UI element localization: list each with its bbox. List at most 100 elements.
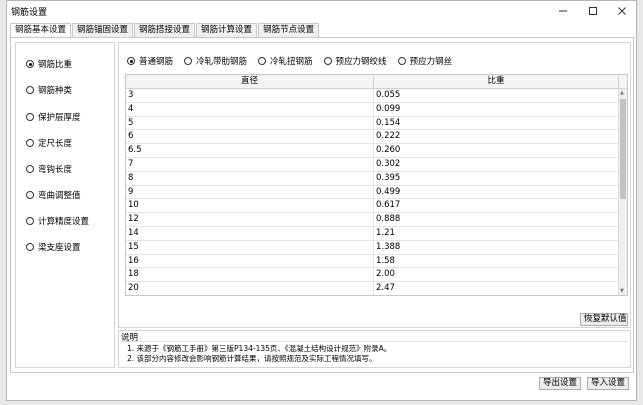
cell-diameter[interactable]: 12 — [126, 213, 374, 226]
radio-icon[interactable] — [397, 57, 406, 65]
cell-unit-weight[interactable]: 0.499 — [374, 185, 619, 199]
scrollbar-thumb[interactable] — [620, 99, 626, 199]
table-row[interactable]: 15 1.388 — [126, 240, 619, 255]
cell-diameter[interactable]: 10 — [126, 199, 374, 213]
option-unit-weight[interactable]: 钢筋比重 — [26, 58, 72, 70]
tab-strip: 钢筋基本设置 钢筋锚固设置 钢筋搭接设置 钢筋计算设置 钢筋节点设置 — [10, 23, 320, 38]
restore-default-button[interactable]: 恢复默认值 — [580, 313, 628, 326]
option-fixed-length[interactable]: 定尺长度 — [26, 137, 72, 149]
radio-icon[interactable] — [184, 57, 193, 65]
cell-unit-weight[interactable]: 1.21 — [374, 226, 619, 240]
cell-unit-weight[interactable]: 0.222 — [374, 130, 619, 144]
cell-unit-weight[interactable]: 0.395 — [374, 171, 619, 185]
cell-unit-weight[interactable]: 0.302 — [374, 157, 619, 171]
option-label: 弯钩长度 — [38, 165, 73, 175]
close-button[interactable] — [607, 1, 637, 20]
tab-node-settings[interactable]: 钢筋节点设置 — [258, 23, 320, 37]
export-settings-button[interactable]: 导出设置 — [539, 377, 581, 390]
rebar-type-cold-rolled-twisted[interactable]: 冷轧扭钢筋 — [258, 55, 313, 67]
cell-diameter[interactable]: 6 — [126, 130, 374, 144]
table-row[interactable]: 6.5 0.260 — [126, 144, 619, 158]
cell-diameter[interactable]: 5 — [126, 116, 374, 130]
scroll-up-icon[interactable]: ▲ — [620, 90, 624, 96]
table-row[interactable]: 10 0.617 — [126, 199, 619, 214]
maximize-button[interactable] — [578, 1, 608, 20]
radio-icon[interactable] — [26, 243, 34, 251]
cell-diameter[interactable]: 20 — [126, 282, 374, 295]
cell-unit-weight[interactable]: 0.888 — [374, 213, 619, 226]
cell-unit-weight[interactable]: 2.00 — [374, 268, 619, 282]
table-row[interactable]: 16 1.58 — [126, 254, 619, 269]
table-row[interactable]: 8 0.395 — [126, 171, 619, 186]
table-row[interactable]: 7 0.302 — [126, 157, 619, 172]
minimize-button[interactable] — [548, 1, 578, 20]
tab-basic-settings[interactable]: 钢筋基本设置 — [10, 23, 72, 38]
cell-unit-weight[interactable]: 2.47 — [374, 282, 619, 295]
rebar-type-label: 冷轧带肋钢筋 — [196, 57, 248, 67]
cell-diameter[interactable]: 16 — [126, 254, 374, 268]
radio-icon[interactable] — [26, 60, 34, 68]
table-row[interactable]: 5 0.154 — [126, 116, 619, 131]
radio-icon[interactable] — [26, 217, 34, 225]
minimize-icon — [559, 10, 567, 11]
column-header-diameter[interactable]: 直径 — [126, 75, 374, 88]
option-precision-settings[interactable]: 计算精度设置 — [26, 215, 89, 227]
radio-icon[interactable] — [258, 57, 267, 65]
rebar-type-prestressed-strand[interactable]: 预应力钢绞线 — [323, 55, 387, 67]
cell-unit-weight[interactable]: 0.260 — [374, 144, 619, 157]
table-row[interactable]: 3 0.055 — [126, 89, 619, 103]
cell-unit-weight[interactable]: 0.099 — [374, 102, 619, 116]
notes-divider — [121, 341, 628, 342]
title-bar[interactable]: 钢筋设置 — [7, 1, 636, 20]
radio-icon[interactable] — [323, 57, 332, 65]
import-settings-button[interactable]: 导入设置 — [587, 377, 629, 390]
option-beam-support-settings[interactable]: 梁支座设置 — [26, 241, 81, 253]
cell-diameter[interactable]: 18 — [126, 268, 374, 282]
radio-icon[interactable] — [26, 139, 34, 147]
radio-icon[interactable] — [26, 113, 34, 121]
rebar-type-label: 普通钢筋 — [139, 57, 174, 67]
table-row[interactable]: 9 0.499 — [126, 185, 619, 200]
radio-icon[interactable] — [26, 165, 34, 173]
rebar-type-prestressed-wire[interactable]: 预应力钢丝 — [397, 55, 452, 67]
cell-unit-weight[interactable]: 1.58 — [374, 254, 619, 268]
rebar-type-ordinary[interactable]: 普通钢筋 — [127, 55, 173, 67]
cell-diameter[interactable]: 9 — [126, 185, 374, 199]
cell-diameter[interactable]: 3 — [126, 89, 374, 102]
radio-icon[interactable] — [26, 191, 34, 199]
cell-diameter[interactable]: 7 — [126, 157, 374, 171]
option-bend-adjustment[interactable]: 弯曲调整值 — [26, 189, 81, 201]
table-row[interactable]: 18 2.00 — [126, 268, 619, 283]
cell-unit-weight[interactable]: 0.617 — [374, 199, 619, 213]
table-row[interactable]: 6 0.222 — [126, 130, 619, 145]
tab-panel: 钢筋比重 钢筋种类 保护层厚度 定尺长度 弯钩长度 弯曲调整值 计算精度设置 梁… — [10, 37, 634, 373]
rebar-type-label: 预应力钢绞线 — [335, 57, 387, 67]
cell-unit-weight[interactable]: 0.055 — [374, 89, 619, 102]
option-cover-thickness[interactable]: 保护层厚度 — [26, 111, 81, 123]
unit-weight-panel: 普通钢筋 冷轧带肋钢筋 冷轧扭钢筋 预应力钢绞线 预应力钢丝 直径 比重 3 0.… — [118, 42, 631, 328]
scroll-down-icon[interactable]: ▼ — [620, 288, 624, 294]
cell-diameter[interactable]: 8 — [126, 171, 374, 185]
cell-diameter[interactable]: 14 — [126, 226, 374, 240]
table-row[interactable]: 14 1.21 — [126, 226, 619, 241]
option-rebar-type[interactable]: 钢筋种类 — [26, 84, 72, 96]
cell-diameter[interactable]: 6.5 — [126, 144, 374, 157]
tab-anchorage-settings[interactable]: 钢筋锚固设置 — [72, 23, 134, 37]
vertical-scrollbar[interactable]: ▲ ▼ — [618, 89, 627, 295]
rebar-type-cold-rolled-ribbed[interactable]: 冷轧带肋钢筋 — [184, 55, 247, 67]
cell-diameter[interactable]: 4 — [126, 102, 374, 116]
radio-icon[interactable] — [26, 86, 34, 94]
cell-unit-weight[interactable]: 1.388 — [374, 240, 619, 254]
cell-diameter[interactable]: 15 — [126, 240, 374, 254]
table-row[interactable]: 20 2.47 — [126, 282, 619, 295]
tab-lap-settings[interactable]: 钢筋搭接设置 — [134, 23, 196, 37]
tab-calculation-settings[interactable]: 钢筋计算设置 — [196, 23, 258, 37]
option-hook-length[interactable]: 弯钩长度 — [26, 163, 72, 175]
option-label: 钢筋比重 — [38, 60, 73, 70]
table-row[interactable]: 12 0.888 — [126, 213, 619, 227]
cell-unit-weight[interactable]: 0.154 — [374, 116, 619, 130]
radio-icon[interactable] — [127, 57, 135, 65]
table-row[interactable]: 4 0.099 — [126, 102, 619, 117]
column-header-unit-weight[interactable]: 比重 — [374, 75, 619, 88]
window-title: 钢筋设置 — [11, 8, 48, 18]
